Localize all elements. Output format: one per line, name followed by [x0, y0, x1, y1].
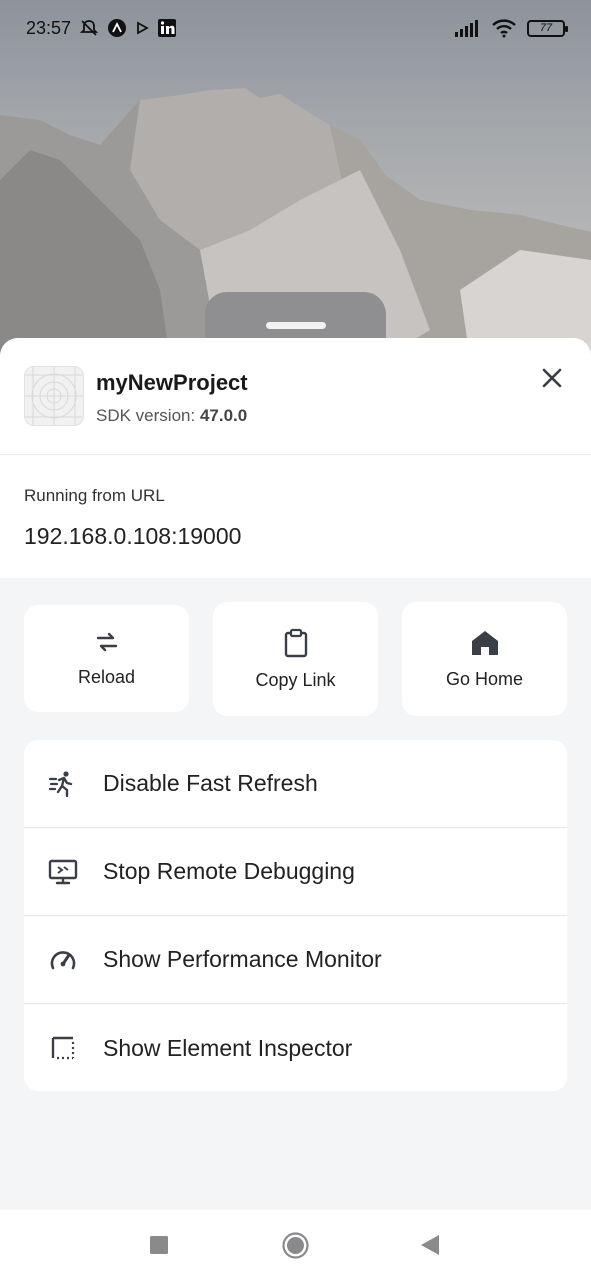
status-bar: 23:57 77	[0, 0, 591, 56]
back-triangle-icon	[421, 1235, 439, 1255]
reload-label: Reload	[77, 667, 136, 687]
home-nav-button[interactable]	[282, 1232, 309, 1264]
recents-button[interactable]	[150, 1236, 168, 1259]
play-icon	[137, 21, 149, 35]
menu-item-label: Show Element Inspector	[103, 1034, 353, 1061]
menu-item-label: Disable Fast Refresh	[103, 770, 318, 796]
menu-item-fast-refresh[interactable]: Disable Fast Refresh	[24, 740, 567, 828]
reload-button[interactable]: Reload	[24, 605, 189, 712]
copy-link-button[interactable]: Copy Link	[213, 602, 378, 716]
battery-icon: 77	[527, 19, 568, 37]
home-circle-icon	[282, 1232, 309, 1259]
status-time: 23:57	[26, 17, 72, 38]
sheet-header: myNewProject SDK version: 47.0.0	[0, 338, 591, 455]
dev-menu-sheet: myNewProject SDK version: 47.0.0 Running…	[0, 338, 591, 1210]
app-placeholder-icon	[25, 367, 83, 425]
project-name: myNewProject	[96, 370, 248, 395]
app-a-icon	[108, 19, 127, 37]
reload-icon	[96, 632, 117, 652]
status-bar-right: 77	[455, 18, 568, 38]
back-button[interactable]	[420, 1234, 440, 1261]
url-label: Running from URL	[24, 486, 165, 505]
quick-actions: Reload Copy Link Go Home	[24, 602, 567, 716]
close-icon[interactable]	[541, 367, 563, 389]
go-home-label: Go Home	[445, 668, 524, 689]
status-bar-left: 23:57	[26, 18, 177, 39]
linkedin-icon	[158, 19, 177, 37]
close-button[interactable]	[536, 362, 568, 394]
dev-menu-list: Disable Fast Refresh Stop Remote Debuggi…	[24, 740, 567, 1091]
sdk-version: 47.0.0	[199, 406, 248, 425]
bell-off-icon	[79, 20, 99, 36]
menu-item-label: Show Performance Monitor	[103, 946, 382, 972]
menu-item-remote-debugging[interactable]: Stop Remote Debugging	[24, 828, 567, 916]
battery-level: 77	[539, 22, 553, 34]
app-icon	[24, 366, 84, 426]
go-home-button[interactable]: Go Home	[402, 602, 567, 716]
menu-item-element-inspector[interactable]: Show Element Inspector	[24, 1004, 567, 1091]
copy-link-label: Copy Link	[255, 669, 336, 690]
menu-item-label: Stop Remote Debugging	[103, 858, 355, 884]
speedometer-icon	[50, 950, 75, 969]
inspector-icon	[51, 1036, 74, 1060]
url-value: 192.168.0.108:19000	[24, 523, 242, 549]
signal-icon	[455, 20, 478, 37]
menu-item-performance-monitor[interactable]: Show Performance Monitor	[24, 916, 567, 1004]
home-icon	[471, 630, 498, 655]
wifi-icon	[492, 19, 516, 38]
running-person-icon	[48, 770, 72, 797]
sdk-version-line: SDK version: 47.0.0	[96, 406, 247, 426]
sdk-label: SDK version:	[96, 406, 196, 425]
clipboard-icon	[284, 628, 307, 657]
system-nav-bar	[0, 1210, 591, 1280]
url-section: Running from URL 192.168.0.108:19000	[0, 455, 591, 578]
drag-handle[interactable]	[266, 322, 326, 329]
recents-square-icon	[150, 1236, 168, 1254]
monitor-debug-icon	[48, 859, 77, 884]
